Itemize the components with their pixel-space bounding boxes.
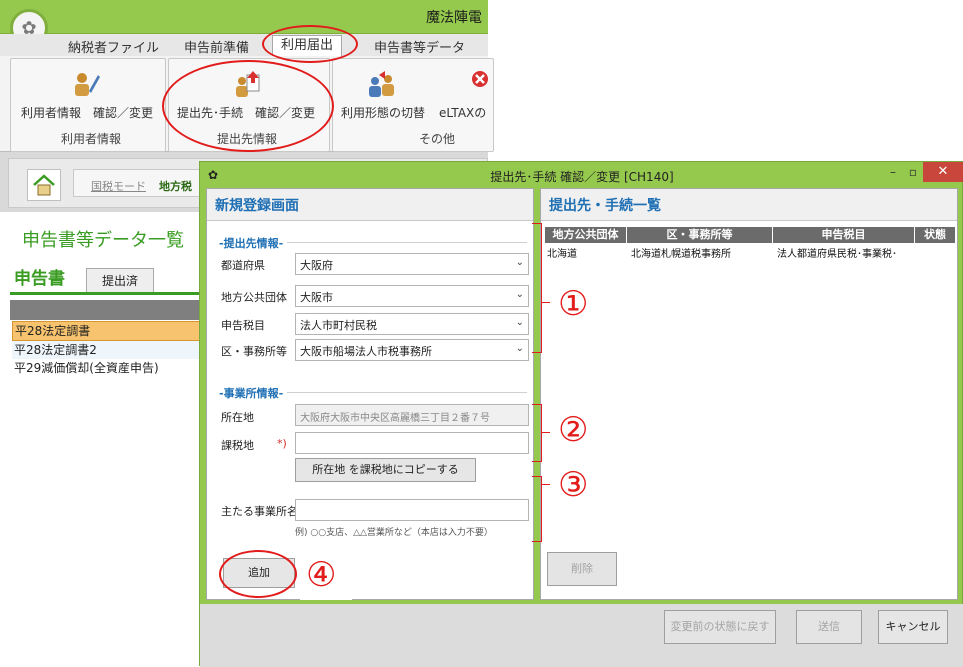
table-cell-tax[interactable]: 法人都道府県民税･事業税･: [777, 245, 897, 260]
prefecture-select[interactable]: 大阪府 ⌄: [295, 253, 529, 275]
tab-taxpayer-file[interactable]: 納税者ファイル: [68, 37, 159, 56]
tab-submitted[interactable]: 提出済: [86, 268, 154, 294]
tab-declaration-data[interactable]: 申告書等データ: [374, 37, 465, 56]
office-select[interactable]: 大阪市船場法人市税事務所 ⌄: [295, 339, 529, 361]
annotation-number-2: ②: [558, 410, 589, 450]
ribbon-group-label: 利用者情報: [61, 132, 122, 146]
required-mark: *): [277, 437, 287, 450]
main-office-label: 主たる事業所名: [221, 505, 298, 518]
tax-item-select[interactable]: 法人市町村民税 ⌄: [295, 313, 529, 335]
dialog-button-bar: 変更前の状態に戻す 送信 キャンセル: [200, 604, 963, 667]
table-header: 地方公共団体 区・事務所等 申告税目 状態: [545, 227, 955, 243]
dialog-title: 提出先･手続 確認／変更 [CH140]: [490, 170, 674, 184]
prefecture-label: 都道府県: [221, 259, 265, 272]
main-office-hint: 例) ○○支店、△△営業所など（本店は入力不要）: [295, 528, 493, 538]
column-header-office: 区・事務所等: [627, 227, 773, 243]
minimize-icon[interactable]: –: [884, 163, 902, 181]
table-cell-office[interactable]: 北海道札幌道税事務所: [631, 245, 731, 260]
chevron-down-icon: ⌄: [515, 343, 524, 354]
switch-usage-mode-button[interactable]: 利用形態の切替: [341, 104, 425, 121]
eltax-button[interactable]: eLTAXの: [439, 104, 486, 121]
section-business-office: -事業所情報-: [219, 387, 284, 400]
ribbon-group-user-info: 利用者情報 確認／変更 利用者情報: [10, 58, 166, 152]
municipality-select[interactable]: 大阪市 ⌄: [295, 285, 529, 307]
office-value: 大阪市船場法人市税事務所: [300, 345, 432, 358]
destination-list-panel: 提出先・手続一覧 地方公共団体 区・事務所等 申告税目 状態 北海道 北海道札幌…: [540, 188, 958, 600]
registration-heading: 新規登録画面: [207, 189, 533, 221]
ribbon-group-other: 利用形態の切替 eLTAXの その他: [332, 58, 494, 152]
send-button[interactable]: 送信: [796, 610, 862, 644]
office-label: 区・事務所等: [221, 345, 287, 358]
column-header-org: 地方公共団体: [545, 227, 627, 243]
tax-item-label: 申告税目: [221, 319, 265, 332]
cancel-button[interactable]: キャンセル: [878, 610, 948, 644]
maximize-icon[interactable]: ▫: [904, 163, 922, 181]
annotation-tick: [542, 484, 550, 485]
list-title: 申告書等データ一覧: [22, 230, 184, 251]
tab-declarations[interactable]: 申告書: [14, 264, 65, 289]
tab-preparation[interactable]: 申告前準備: [184, 37, 249, 56]
chevron-down-icon: ⌄: [515, 317, 524, 328]
annotation-number-3: ③: [558, 465, 589, 505]
address-field: 大阪府大阪市中央区高麗橋三丁目２番７号: [295, 404, 529, 426]
tax-item-value: 法人市町村民税: [300, 319, 377, 332]
chevron-down-icon: ⌄: [515, 289, 524, 300]
copy-address-button[interactable]: 所在地 を課税地にコピーする: [295, 458, 476, 482]
prefecture-value: 大阪府: [300, 259, 333, 272]
user-info-button[interactable]: 利用者情報 確認／変更: [21, 104, 153, 121]
annotation-bracket: [532, 404, 542, 462]
close-icon[interactable]: ✕: [923, 162, 963, 182]
table-cell-org[interactable]: 北海道: [547, 245, 577, 260]
user-edit-icon: [75, 73, 100, 96]
local-tax-mode-link[interactable]: 地方税: [159, 178, 192, 194]
section-destination: -提出先情報-: [219, 237, 284, 250]
national-tax-mode-link[interactable]: 国税モード: [91, 178, 146, 194]
annotation-tick: [542, 432, 550, 433]
home-button[interactable]: [27, 169, 61, 201]
annotation-ellipse: [262, 25, 358, 63]
section-divider: [287, 392, 527, 393]
annotation-ellipse: [162, 60, 334, 152]
app-titlebar: 魔法陣電: [0, 0, 488, 34]
column-header-status: 状態: [924, 228, 946, 241]
ribbon-group-label: その他: [419, 132, 456, 146]
switch-mode-icon: [369, 71, 394, 97]
destination-list-heading: 提出先・手続一覧: [541, 189, 957, 221]
address-label: 所在地: [221, 411, 254, 424]
annotation-number-4: ④: [306, 555, 337, 595]
ribbon-tabs: 納税者ファイル 申告前準備 利用届出 申告書等データ: [0, 34, 488, 58]
delete-button[interactable]: 削除: [547, 552, 617, 586]
registration-panel: 新規登録画面 -提出先情報- 都道府県 大阪府 ⌄ 地方公共団体 大阪市 ⌄ 申告税…: [206, 188, 534, 600]
home-icon: [33, 174, 55, 196]
municipality-label: 地方公共団体: [221, 291, 287, 304]
app-title: 魔法陣電: [426, 10, 482, 26]
annotation-number-1: ①: [558, 284, 589, 324]
tax-place-label: 課税地: [221, 439, 254, 452]
municipality-value: 大阪市: [300, 291, 333, 304]
section-divider: [287, 242, 527, 243]
main-office-field[interactable]: [295, 499, 529, 521]
annotation-tick: [542, 302, 550, 303]
revert-button[interactable]: 変更前の状態に戻す: [664, 610, 776, 644]
annotation-bracket: [532, 476, 542, 542]
column-header-tax: 申告税目: [773, 227, 915, 243]
annotation-bracket: [532, 223, 542, 353]
annotation-ellipse: [219, 550, 297, 598]
eltax-icon: [472, 71, 488, 87]
chevron-down-icon: ⌄: [515, 257, 524, 268]
tax-place-field[interactable]: [295, 432, 529, 454]
